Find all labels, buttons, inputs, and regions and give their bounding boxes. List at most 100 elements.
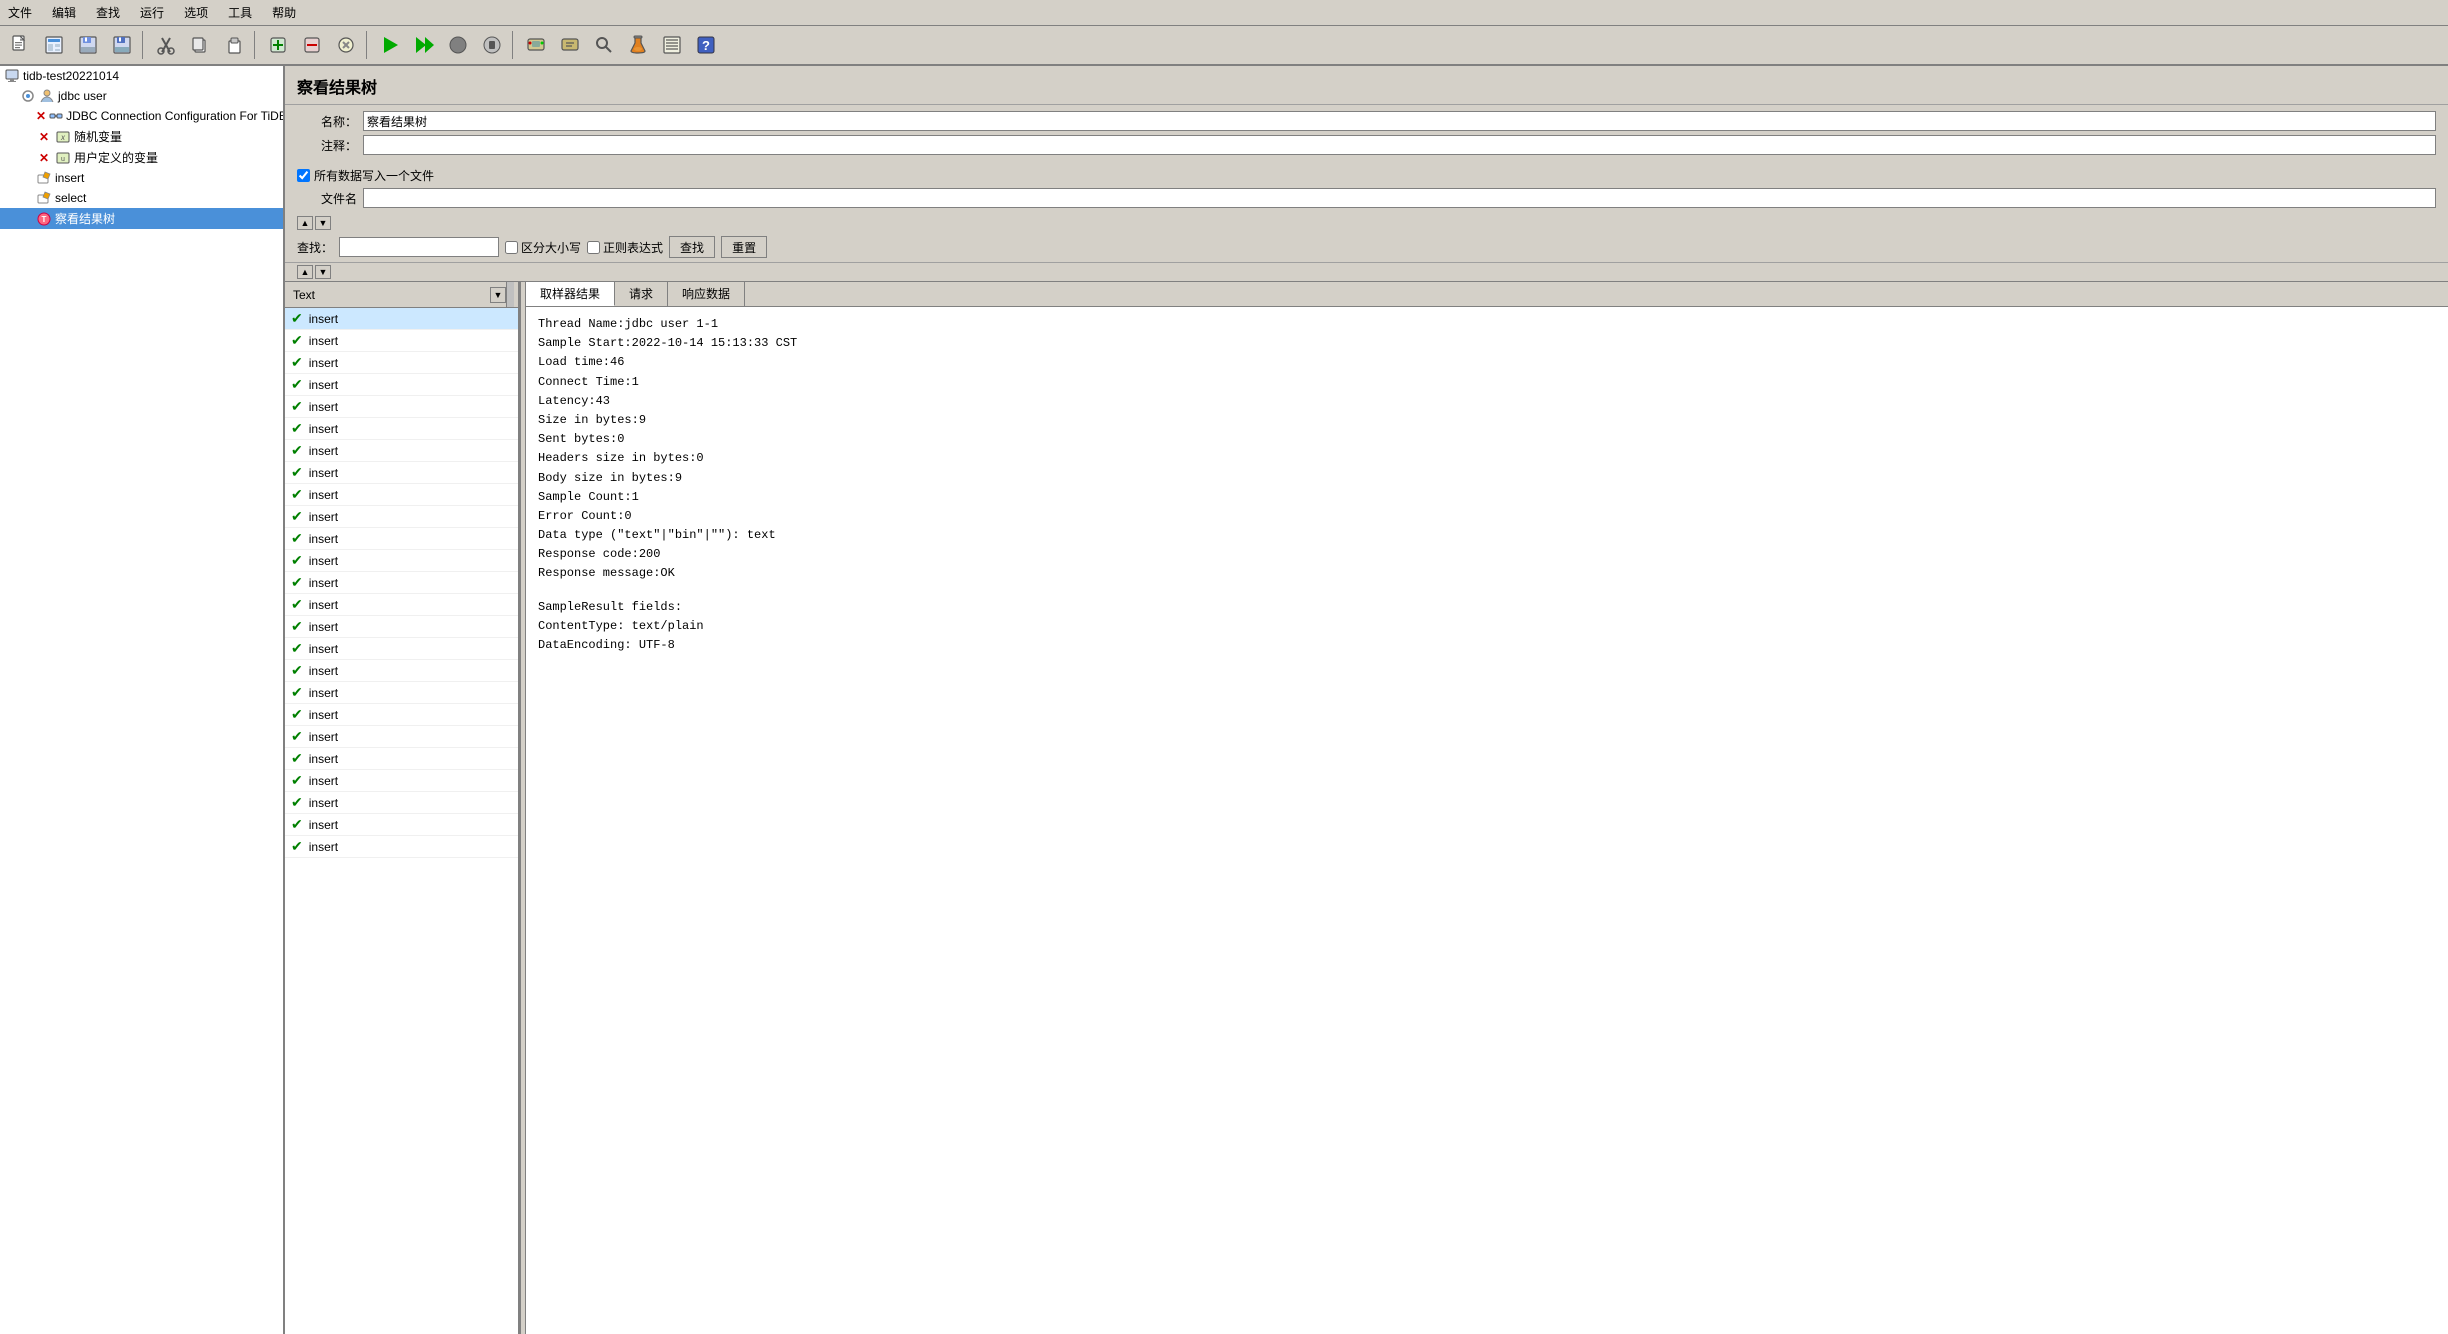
scroll-up-btn[interactable]: ▲ bbox=[297, 216, 313, 230]
result-row[interactable]: ✔insert bbox=[285, 638, 518, 660]
remove-element-button[interactable] bbox=[296, 29, 328, 61]
comment-label: 注释： bbox=[297, 137, 357, 154]
result-row[interactable]: ✔insert bbox=[285, 572, 518, 594]
pencil-insert-icon bbox=[36, 170, 52, 186]
test-log-button[interactable] bbox=[656, 29, 688, 61]
remote-tree-button[interactable] bbox=[554, 29, 586, 61]
result-row[interactable]: ✔insert bbox=[285, 836, 518, 858]
detail-line: ContentType: text/plain bbox=[538, 617, 2436, 636]
result-row[interactable]: ✔insert bbox=[285, 748, 518, 770]
result-row[interactable]: ✔insert bbox=[285, 550, 518, 572]
x-vars-icon: ✕ bbox=[36, 129, 52, 145]
result-row[interactable]: ✔insert bbox=[285, 594, 518, 616]
remote-start-button[interactable] bbox=[520, 29, 552, 61]
check-icon: ✔ bbox=[291, 684, 303, 701]
menu-edit[interactable]: 编辑 bbox=[48, 2, 80, 23]
scroll-up-btn-2[interactable]: ▲ bbox=[297, 265, 313, 279]
paste-button[interactable] bbox=[218, 29, 250, 61]
scroll-down-btn-2[interactable]: ▼ bbox=[315, 265, 331, 279]
result-row[interactable]: ✔insert bbox=[285, 704, 518, 726]
find-button[interactable]: 查找 bbox=[669, 236, 715, 258]
tree-label-jdbc-user: jdbc user bbox=[58, 89, 107, 103]
cut-button[interactable] bbox=[150, 29, 182, 61]
check-icon: ✔ bbox=[291, 838, 303, 855]
all-data-checkbox[interactable] bbox=[297, 169, 310, 182]
result-row[interactable]: ✔insert bbox=[285, 792, 518, 814]
save-button[interactable] bbox=[106, 29, 138, 61]
user-icon bbox=[39, 88, 55, 104]
tree-item-user-var[interactable]: ✕ u 用户定义的变量 bbox=[0, 147, 283, 168]
regex-checkbox[interactable] bbox=[587, 241, 600, 254]
menu-tools[interactable]: 工具 bbox=[224, 2, 256, 23]
result-label: insert bbox=[309, 466, 338, 480]
tree-item-select[interactable]: select bbox=[0, 188, 283, 208]
result-row[interactable]: ✔insert bbox=[285, 374, 518, 396]
check-icon: ✔ bbox=[291, 508, 303, 525]
tree-item-root[interactable]: tidb-test20221014 bbox=[0, 66, 283, 86]
column-menu-button[interactable]: ▼ bbox=[490, 287, 506, 303]
result-row[interactable]: ✔insert bbox=[285, 418, 518, 440]
result-row[interactable]: ✔insert bbox=[285, 814, 518, 836]
result-label: insert bbox=[309, 796, 338, 810]
tab-sampler-result[interactable]: 取样器结果 bbox=[526, 282, 615, 306]
result-row[interactable]: ✔insert bbox=[285, 330, 518, 352]
menu-find[interactable]: 查找 bbox=[92, 2, 124, 23]
tree-item-random-var[interactable]: ✕ x 随机变量 bbox=[0, 126, 283, 147]
check-icon: ✔ bbox=[291, 464, 303, 481]
function-helper-button[interactable] bbox=[622, 29, 654, 61]
result-list-pane: Text ▼ ✔insert✔insert✔insert✔insert✔inse… bbox=[285, 282, 520, 1334]
reset-button[interactable]: 重置 bbox=[721, 236, 767, 258]
result-row[interactable]: ✔insert bbox=[285, 506, 518, 528]
save-all-button[interactable] bbox=[72, 29, 104, 61]
result-row[interactable]: ✔insert bbox=[285, 616, 518, 638]
name-input[interactable] bbox=[363, 111, 2436, 131]
result-row[interactable]: ✔insert bbox=[285, 528, 518, 550]
new-button[interactable] bbox=[4, 29, 36, 61]
tab-response-data[interactable]: 响应数据 bbox=[668, 282, 745, 306]
menu-run[interactable]: 运行 bbox=[136, 2, 168, 23]
tree-item-result-tree[interactable]: T 察看结果树 bbox=[0, 208, 283, 229]
tree-item-insert[interactable]: insert bbox=[0, 168, 283, 188]
detail-line: Load time:46 bbox=[538, 353, 2436, 372]
result-row[interactable]: ✔insert bbox=[285, 440, 518, 462]
result-row[interactable]: ✔insert bbox=[285, 308, 518, 330]
clear-button[interactable] bbox=[330, 29, 362, 61]
menu-options[interactable]: 选项 bbox=[180, 2, 212, 23]
detail-line: DataEncoding: UTF-8 bbox=[538, 636, 2436, 655]
result-row[interactable]: ✔insert bbox=[285, 726, 518, 748]
toolbar: ? bbox=[0, 26, 2448, 66]
comment-input[interactable] bbox=[363, 135, 2436, 155]
result-row[interactable]: ✔insert bbox=[285, 682, 518, 704]
search-toolbar-button[interactable] bbox=[588, 29, 620, 61]
regex-label[interactable]: 正则表达式 bbox=[587, 239, 663, 256]
result-row[interactable]: ✔insert bbox=[285, 484, 518, 506]
result-row[interactable]: ✔insert bbox=[285, 352, 518, 374]
case-sensitive-label[interactable]: 区分大小写 bbox=[505, 239, 581, 256]
stop-button[interactable] bbox=[442, 29, 474, 61]
scroll-down-btn[interactable]: ▼ bbox=[315, 216, 331, 230]
svg-text:T: T bbox=[42, 215, 47, 224]
search-input[interactable] bbox=[339, 237, 499, 257]
result-row[interactable]: ✔ insert bbox=[285, 462, 518, 484]
case-sensitive-checkbox[interactable] bbox=[505, 241, 518, 254]
detail-line: Data type ("text"|"bin"|""): text bbox=[538, 526, 2436, 545]
help-toolbar-button[interactable]: ? bbox=[690, 29, 722, 61]
menu-file[interactable]: 文件 bbox=[4, 2, 36, 23]
tab-request[interactable]: 请求 bbox=[615, 282, 668, 306]
add-element-button[interactable] bbox=[262, 29, 294, 61]
run-button[interactable] bbox=[374, 29, 406, 61]
templates-button[interactable] bbox=[38, 29, 70, 61]
run-no-pause-button[interactable] bbox=[408, 29, 440, 61]
filename-label: 文件名 bbox=[297, 190, 357, 207]
result-row[interactable]: ✔insert bbox=[285, 396, 518, 418]
result-row[interactable]: ✔insert bbox=[285, 660, 518, 682]
copy-button[interactable] bbox=[184, 29, 216, 61]
result-row[interactable]: ✔insert bbox=[285, 770, 518, 792]
shutdown-button[interactable] bbox=[476, 29, 508, 61]
column-resize-handle[interactable] bbox=[506, 282, 514, 307]
result-label: insert bbox=[309, 334, 338, 348]
tree-item-jdbc-user[interactable]: jdbc user bbox=[0, 86, 283, 106]
tree-item-jdbc-conn[interactable]: ✕ JDBC Connection Configuration For TiDB bbox=[0, 106, 283, 126]
filename-input[interactable] bbox=[363, 188, 2436, 208]
menu-help[interactable]: 帮助 bbox=[268, 2, 300, 23]
